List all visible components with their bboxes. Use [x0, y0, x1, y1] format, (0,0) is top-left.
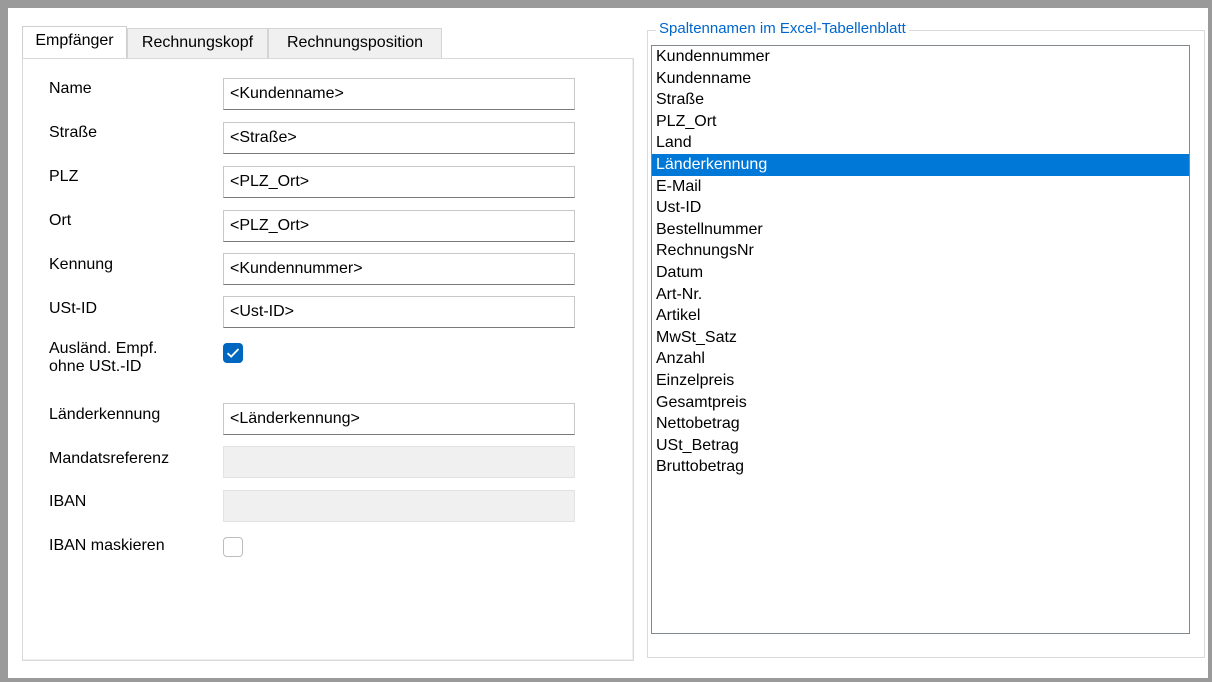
kennung-field[interactable]: <Kundennummer> — [223, 253, 575, 285]
list-item[interactable]: Straße — [652, 89, 1189, 111]
checkmark-icon — [226, 348, 240, 358]
plz-field[interactable]: <PLZ_Ort> — [223, 166, 575, 198]
mandatsreferenz-field — [223, 446, 575, 478]
list-item[interactable]: Land — [652, 132, 1189, 154]
iban-field — [223, 490, 575, 522]
name-field[interactable]: <Kundenname> — [223, 78, 575, 110]
auslaend-checkbox[interactable] — [223, 343, 243, 363]
list-item[interactable]: Nettobetrag — [652, 413, 1189, 435]
iban-label: IBAN — [49, 493, 87, 510]
list-item[interactable]: Anzahl — [652, 348, 1189, 370]
plz-label: PLZ — [49, 168, 79, 185]
name-label: Name — [49, 80, 92, 97]
list-item[interactable]: Einzelpreis — [652, 370, 1189, 392]
mandatsreferenz-label: Mandatsreferenz — [49, 450, 170, 467]
tab-panel-empfaenger: Name <Kundenname> Straße <Straße> PLZ <P… — [22, 58, 634, 661]
list-item[interactable]: Gesamtpreis — [652, 392, 1189, 414]
tab-rechnungsposition[interactable]: Rechnungsposition — [268, 28, 442, 58]
list-item[interactable]: Artikel — [652, 305, 1189, 327]
iban-maskieren-label: IBAN maskieren — [49, 537, 165, 554]
ort-field[interactable]: <PLZ_Ort> — [223, 210, 575, 242]
list-item[interactable]: Ust-ID — [652, 197, 1189, 219]
columns-listbox[interactable]: Kundennummer Kundenname Straße PLZ_Ort Land L… — [651, 45, 1190, 634]
dialog-body: Empfänger Rechnungskopf Rechnungspositio… — [8, 8, 1208, 678]
columns-group-title: Spaltennamen im Excel-Tabellenblatt — [656, 20, 909, 38]
strasse-field[interactable]: <Straße> — [223, 122, 575, 154]
list-item[interactable]: PLZ_Ort — [652, 111, 1189, 133]
auslaend-label-line1: Ausländ. Empf. — [49, 340, 158, 357]
strasse-label: Straße — [49, 124, 98, 141]
tab-rechnungskopf[interactable]: Rechnungskopf — [127, 28, 268, 58]
list-item[interactable]: Länderkennung — [652, 153, 1189, 176]
ort-label: Ort — [49, 212, 72, 229]
ustid-label: USt-ID — [49, 300, 97, 317]
iban-maskieren-checkbox[interactable] — [223, 537, 243, 557]
list-item[interactable]: MwSt_Satz — [652, 327, 1189, 349]
ustid-field[interactable]: <Ust-ID> — [223, 296, 575, 328]
list-item[interactable]: Bruttobetrag — [652, 456, 1189, 478]
kennung-label: Kennung — [49, 256, 114, 273]
list-item[interactable]: Art-Nr. — [652, 284, 1189, 306]
list-item[interactable]: E-Mail — [652, 176, 1189, 198]
laenderkennung-label: Länderkennung — [49, 406, 161, 423]
auslaend-label-line2: ohne USt.-ID — [49, 358, 142, 375]
list-item[interactable]: Kundenname — [652, 68, 1189, 90]
list-item[interactable]: Datum — [652, 262, 1189, 284]
list-item[interactable]: Kundennummer — [652, 46, 1189, 68]
list-item[interactable]: USt_Betrag — [652, 435, 1189, 457]
laenderkennung-field[interactable]: <Länderkennung> — [223, 403, 575, 435]
list-item[interactable]: RechnungsNr — [652, 240, 1189, 262]
tab-empfaenger[interactable]: Empfänger — [22, 26, 127, 58]
list-item[interactable]: Bestellnummer — [652, 219, 1189, 241]
